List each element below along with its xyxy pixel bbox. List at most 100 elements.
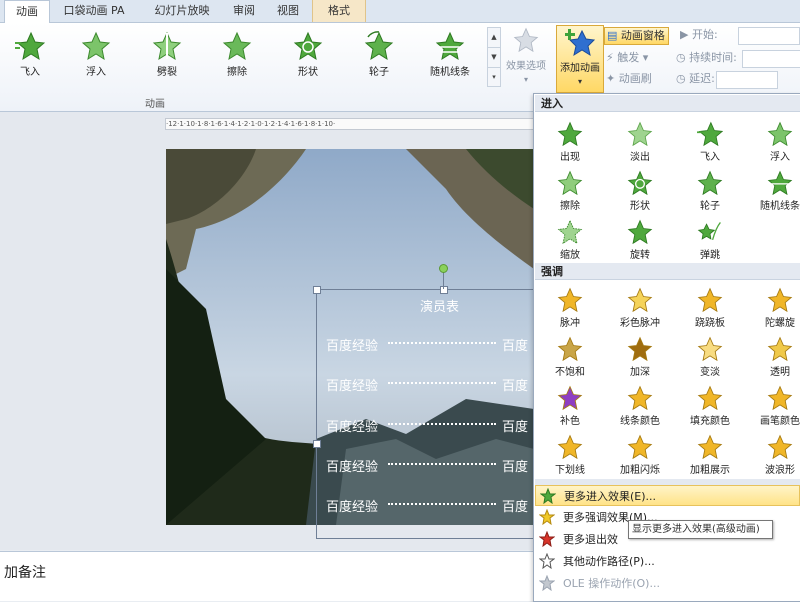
effect-label: 形状: [630, 201, 650, 212]
emphasis-effect-item[interactable]: 波浪形: [746, 431, 800, 479]
emphasis-star-icon: [627, 385, 653, 411]
effect-options-button[interactable]: 效果选项 ▾: [502, 25, 550, 91]
effect-label: 脉冲: [560, 318, 580, 329]
bounce-star-icon: [697, 222, 721, 240]
entrance-effect-fly-in[interactable]: 飞入: [676, 118, 744, 166]
emphasis-effect-item[interactable]: 画笔颜色: [746, 382, 800, 430]
float-in-star-icon: [767, 121, 793, 147]
shape-star-icon: [627, 170, 653, 196]
menu-label: OLE 操作动作(O)...: [563, 577, 660, 590]
tab-review[interactable]: 审阅: [226, 0, 262, 22]
trigger-icon: ⚡: [606, 51, 614, 64]
emphasis-effect-item[interactable]: 变淡: [676, 333, 744, 381]
duration-input[interactable]: [742, 50, 800, 68]
animation-fly-in[interactable]: 飞入: [0, 27, 60, 87]
animation-label: 劈裂: [157, 67, 177, 78]
animation-split[interactable]: 劈裂: [137, 27, 197, 87]
chevron-down-icon[interactable]: ▼: [488, 48, 500, 68]
emphasis-effect-item[interactable]: 不饱和: [536, 333, 604, 381]
emphasis-effect-item[interactable]: 下划线: [536, 431, 604, 479]
chevron-up-icon[interactable]: ▲: [488, 28, 500, 48]
effect-label: 彩色脉冲: [620, 318, 660, 329]
emphasis-effect-item[interactable]: 加深: [606, 333, 674, 381]
text-box-selection[interactable]: [316, 289, 538, 539]
animation-pane-button[interactable]: ▤ 动画窗格: [604, 27, 669, 45]
emphasis-effect-item[interactable]: 补色: [536, 382, 604, 430]
start-select[interactable]: [738, 27, 800, 45]
entrance-effect-bounce[interactable]: 弹跳: [676, 216, 744, 264]
effect-label: 弹跳: [700, 250, 720, 261]
fade-star-icon: [627, 121, 653, 147]
emphasis-star-icon: [627, 336, 653, 362]
emphasis-effect-item[interactable]: 脉冲: [536, 284, 604, 332]
emphasis-star-icon: [697, 385, 723, 411]
duration-label-wrap: ◷ 持续时间:: [676, 50, 737, 66]
notes-pane[interactable]: 加备注: [0, 551, 535, 601]
fly-in-star-icon: [15, 31, 45, 61]
tab-format[interactable]: 格式: [312, 0, 366, 22]
emphasis-effect-item[interactable]: 加粗展示: [676, 431, 744, 479]
wheel-star-icon: [364, 31, 394, 61]
entrance-effect-zoom[interactable]: 缩放: [536, 216, 604, 264]
wipe-star-icon: [222, 31, 252, 61]
animation-painter-label: 动画刷: [618, 72, 652, 85]
effect-label: 缩放: [560, 250, 580, 261]
emphasis-effect-item[interactable]: 跷跷板: [676, 284, 744, 332]
rotation-handle[interactable]: [439, 264, 448, 273]
resize-handle[interactable]: [440, 286, 448, 294]
gallery-scroll[interactable]: ▲ ▼ ▾: [487, 27, 501, 87]
emphasis-effect-item[interactable]: 透明: [746, 333, 800, 381]
resize-handle[interactable]: [313, 440, 321, 448]
entrance-effect-shape[interactable]: 形状: [606, 167, 674, 215]
more-motion-paths-item[interactable]: 其他动作路径(P)...: [535, 551, 800, 572]
entrance-effect-wheel[interactable]: 轮子: [676, 167, 744, 215]
animation-shape[interactable]: 形状: [278, 27, 338, 87]
effect-label: 旋转: [630, 250, 650, 261]
animation-label: 轮子: [369, 67, 389, 78]
effect-label: 补色: [560, 416, 580, 427]
gallery-expand-icon[interactable]: ▾: [488, 68, 500, 87]
chevron-down-icon: ▾: [577, 77, 582, 86]
emphasis-effect-item[interactable]: 彩色脉冲: [606, 284, 674, 332]
effect-label: 随机线条: [760, 201, 800, 212]
trigger-button[interactable]: ⚡ 触发 ▾: [606, 50, 648, 66]
tab-view[interactable]: 视图: [270, 0, 306, 22]
animation-painter-button[interactable]: ✦ 动画刷: [606, 71, 652, 87]
animation-random-bars[interactable]: 随机线条: [420, 27, 480, 87]
emphasis-effect-item[interactable]: 加粗闪烁: [606, 431, 674, 479]
entrance-effect-float-in[interactable]: 浮入: [746, 118, 800, 166]
emphasis-star-icon: [767, 336, 793, 362]
entrance-effect-appear[interactable]: 出现: [536, 118, 604, 166]
entrance-effect-wipe[interactable]: 擦除: [536, 167, 604, 215]
emphasis-star-icon: [767, 434, 793, 460]
wheel-star-icon: [697, 170, 723, 196]
resize-handle[interactable]: [313, 286, 321, 294]
animation-wheel[interactable]: 轮子: [349, 27, 409, 87]
entrance-effect-spin[interactable]: 旋转: [606, 216, 674, 264]
tab-pocket-animation[interactable]: 口袋动画 PA: [52, 0, 136, 22]
gray-star-icon: [539, 575, 555, 591]
animation-wipe[interactable]: 擦除: [207, 27, 267, 87]
effect-label: 跷跷板: [695, 318, 725, 329]
ole-action-verbs-item[interactable]: OLE 操作动作(O)...: [535, 573, 800, 594]
animation-label: 随机线条: [430, 67, 470, 78]
more-entrance-effects-item[interactable]: 更多进入效果(E)...: [535, 485, 800, 506]
tab-animations[interactable]: 动画: [4, 0, 50, 24]
add-animation-button[interactable]: 添加动画 ▾: [556, 25, 604, 93]
effect-label: 淡出: [630, 152, 650, 163]
emphasis-effect-item[interactable]: 线条颜色: [606, 382, 674, 430]
animation-float-in[interactable]: 浮入: [66, 27, 126, 87]
effect-label: 不饱和: [555, 367, 585, 378]
emphasis-effect-item[interactable]: 陀螺旋: [746, 284, 800, 332]
entrance-effect-fade[interactable]: 淡出: [606, 118, 674, 166]
yellow-star-icon: [539, 509, 555, 525]
tab-slide-show[interactable]: 幻灯片放映: [146, 0, 218, 22]
emphasis-effect-item[interactable]: 填充颜色: [676, 382, 744, 430]
animation-label: 飞入: [20, 67, 40, 78]
emphasis-star-icon: [697, 434, 723, 460]
red-star-icon: [539, 531, 555, 547]
tooltip: 显示更多进入效果(高级动画): [628, 520, 773, 539]
effect-label: 出现: [560, 152, 580, 163]
delay-input[interactable]: [716, 71, 778, 89]
entrance-effect-random-bars[interactable]: 随机线条: [746, 167, 800, 215]
